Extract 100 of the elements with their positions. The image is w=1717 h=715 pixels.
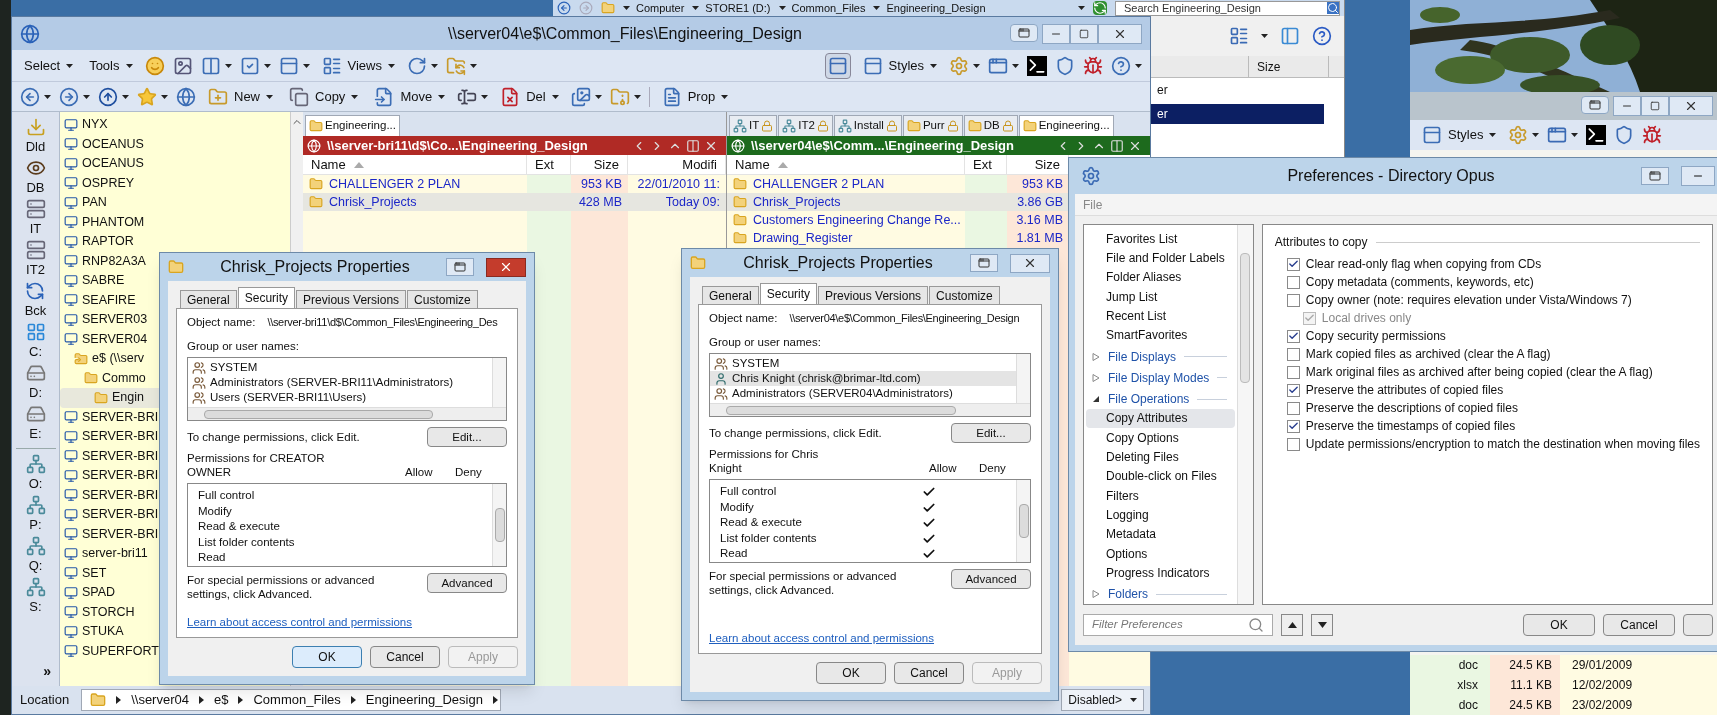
tree-label: SERVER-BRI — [82, 428, 159, 446]
nav-label: Options — [1106, 545, 1148, 563]
table-cell: 11.1 KB — [1490, 675, 1560, 695]
table-cell-text: 953 KB — [1021, 175, 1064, 193]
tree-label: SEAFIRE — [82, 291, 136, 309]
permission-name: Modify — [720, 499, 755, 515]
permission-name: Read & execute — [198, 519, 281, 535]
tree-label: SPAD — [82, 584, 116, 602]
table-cell-text: 953 KB — [580, 175, 623, 193]
path-text: \\server04\e$\Comm...\Engineering_Design — [751, 136, 1015, 155]
permission-name: Read — [720, 546, 749, 562]
column-title: Name — [311, 155, 346, 174]
nav-label: Copy Attributes — [1106, 410, 1188, 428]
object-name: \\server04\e$\Common_Files\Engineering_Design — [789, 311, 1020, 327]
field-label: Group or user names: — [187, 339, 300, 354]
tree-label: OSPREY — [82, 174, 135, 192]
table-cell: doc — [1410, 695, 1490, 715]
tree-label: Commo — [102, 369, 146, 387]
permission-name: List folder contents — [720, 530, 818, 546]
table-cell: doc — [1410, 655, 1490, 675]
hint-text: To change permissions, click Edit. — [187, 429, 360, 445]
field-label: Group or user names: — [709, 335, 822, 350]
nav-label: Jump List — [1106, 288, 1158, 306]
nav-label: Metadata — [1106, 526, 1157, 544]
location-label: Location — [20, 691, 70, 710]
path-text: \\server-bri11\d$\Co...\Engineering_Design — [327, 136, 589, 155]
group-title: Attributes to copy — [1274, 234, 1368, 251]
tree-label: RAPTOR — [82, 233, 134, 251]
tree-label: STUKA — [82, 623, 124, 641]
permission-name: Full control — [720, 484, 778, 500]
file-name: CHALLENGER 2 PLAN — [753, 175, 885, 193]
tree-label: PHANTOM — [82, 213, 145, 231]
user-name: SYSTEM — [732, 356, 780, 372]
nav-label: Folders — [1108, 586, 1148, 604]
permission-name: Read & execute — [720, 515, 803, 531]
option-label: Copy owner (note: requires elevation under Vista/Windows 7) — [1305, 292, 1632, 309]
hint-text: For special permissions or advanced settings, click Advanced. — [709, 569, 898, 598]
nav-label: File Displays — [1108, 348, 1176, 366]
tree-label: PAN — [82, 194, 107, 212]
nav-label: File Operations — [1108, 391, 1190, 409]
column-title: Allow — [929, 461, 958, 476]
nav-label: Folder Aliases — [1106, 269, 1182, 287]
user-name: Administrators (SERVER-BRI11\Administrators) — [210, 375, 454, 391]
field-label: Object name: — [709, 310, 778, 326]
dialog-title: Chrisk_Projects Properties — [220, 257, 410, 277]
column-title: Ext — [535, 155, 554, 174]
user-name: SYSTEM — [210, 360, 258, 376]
tree-label: e$ (\\serv — [92, 350, 145, 368]
object-name: \\server-bri11\d$\Common_Files\Engineering_Des — [267, 315, 498, 331]
user-name: Administrators (SERVER04\Administrators) — [732, 386, 953, 402]
table-cell: 23/02/2009 — [1560, 695, 1717, 715]
nav-label: Double-click on Files — [1106, 468, 1217, 486]
tree-label: SERVER-BRI — [82, 525, 159, 543]
option-label: Preserve the timestamps of copied files — [1305, 418, 1516, 435]
option-label: Local drives only — [1321, 310, 1412, 327]
file-name: Drawing_Register — [753, 229, 853, 247]
file-name: Chrisk_Projects — [753, 193, 841, 211]
tree-label: SERVER-BRI — [82, 486, 159, 504]
permissions-label: Permissions for Chris Knight — [709, 447, 820, 476]
nav-label: Logging — [1106, 507, 1149, 525]
option-label: Update permissions/encryption to match the destination when moving files — [1305, 436, 1700, 453]
permission-name: Full control — [198, 488, 256, 504]
file-name: Chrisk_Projects — [329, 193, 417, 211]
tree-label: RNP82A3A — [82, 252, 146, 270]
dialog-title: Chrisk_Projects Properties — [743, 253, 933, 273]
tree-label: NYX — [82, 116, 108, 134]
column-title: Deny — [979, 461, 1007, 476]
table-cell: xlsx — [1410, 675, 1490, 695]
nav-label: Filters — [1106, 487, 1139, 505]
nav-label: Favorites List — [1106, 230, 1178, 248]
nav-label: SmartFavorites — [1106, 327, 1188, 345]
table-cell: 24.5 KB — [1490, 695, 1560, 715]
table-cell: 428 MB — [571, 193, 628, 211]
column-title: Allow — [405, 465, 434, 480]
tree-label: SERVER03 — [82, 311, 148, 329]
option-label: Clear read-only flag when copying from CDs — [1305, 256, 1542, 273]
file-name: CHALLENGER 2 PLAN — [329, 175, 461, 193]
tree-label: STORCH — [82, 603, 135, 621]
column-title: Deny — [455, 465, 483, 480]
table-cell-text: 3.16 MB — [1015, 211, 1064, 229]
tree-label: SABRE — [82, 272, 125, 290]
tree-label: SERVER04 — [82, 330, 148, 348]
tree-label: SET — [82, 564, 107, 582]
table-cell: 24.5 KB — [1490, 655, 1560, 675]
table-cell: 29/01/2009 — [1560, 655, 1717, 675]
tree-label: OCEANUS — [82, 155, 144, 173]
permission-name: Modify — [198, 503, 233, 519]
tree-label: Engin — [112, 389, 144, 407]
table-cell-text: 22/01/2010 11: — [636, 175, 721, 193]
column-title: Modifi — [682, 155, 717, 174]
hint-text: For special permissions or advanced settings, click Advanced. — [187, 573, 376, 602]
tree-label: SERVER-BRI — [82, 506, 159, 524]
column-title: Ext — [973, 155, 992, 174]
nav-label: Deleting Files — [1106, 449, 1179, 467]
nav-label: Recent List — [1106, 307, 1167, 325]
table-cell: 3.86 GB — [1007, 193, 1069, 211]
field-label: Object name: — [187, 314, 256, 330]
option-label: Mark copied files as archived (clear the A flag) — [1305, 346, 1551, 363]
permission-name: Read — [198, 550, 227, 566]
nav-label: Copy Options — [1106, 429, 1179, 447]
